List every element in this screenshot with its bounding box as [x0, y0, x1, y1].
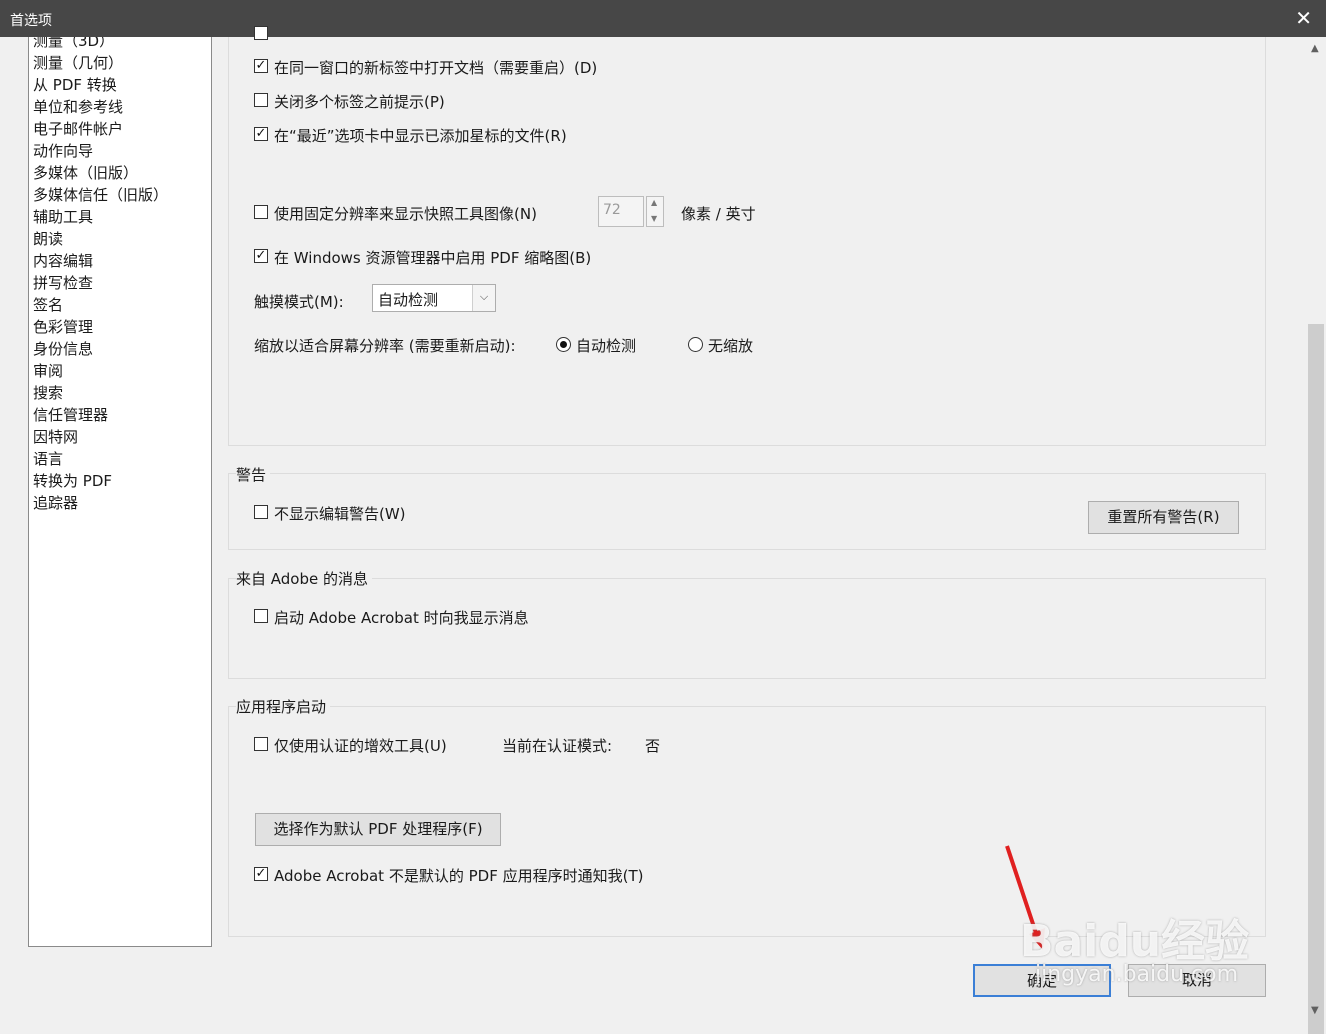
default-handler-button[interactable]: 选择作为默认 PDF 处理程序(F) — [255, 813, 501, 846]
sidebar-item[interactable]: 从 PDF 转换 — [33, 74, 117, 96]
watermark-url: jingyan.baidu.com — [1035, 962, 1239, 987]
cert-mode-value: 否 — [645, 737, 661, 755]
sidebar-item[interactable]: 拼写检查 — [33, 272, 93, 294]
sidebar-item[interactable]: 单位和参考线 — [33, 96, 123, 118]
spin-down-icon[interactable]: ▼ — [651, 214, 657, 223]
no-edit-warn-label: 不显示编辑警告(W) — [274, 505, 406, 523]
no-edit-warn-checkbox[interactable] — [254, 505, 268, 519]
notify-default-checkbox[interactable]: ✓ — [254, 867, 268, 881]
chevron-down-icon[interactable]: ⌵ — [472, 285, 495, 311]
sidebar-item[interactable]: 语言 — [33, 448, 63, 470]
newtab-checkbox[interactable]: ✓ — [254, 59, 268, 73]
sidebar-item[interactable]: 色彩管理 — [33, 316, 93, 338]
sidebar-item[interactable]: 因特网 — [33, 426, 78, 448]
fixed-res-checkbox[interactable] — [254, 205, 268, 219]
close-icon[interactable]: ✕ — [1295, 6, 1312, 30]
title-bar: 首选项 ✕ — [0, 0, 1326, 37]
resolution-spinner[interactable]: ▲ ▼ — [646, 196, 664, 227]
starred-label: 在“最近”选项卡中显示已添加星标的文件(R) — [274, 127, 567, 145]
sidebar-item[interactable]: 测量（几何） — [33, 52, 123, 74]
prompt-close-checkbox[interactable] — [254, 93, 268, 107]
show-messages-checkbox[interactable] — [254, 609, 268, 623]
sidebar-item[interactable]: 搜索 — [33, 382, 63, 404]
sidebar-item[interactable]: 多媒体（旧版） — [33, 162, 138, 184]
adobe-messages-legend: 来自 Adobe 的消息 — [236, 568, 372, 589]
hidden-checkbox[interactable] — [254, 26, 268, 40]
resolution-value: 72 — [603, 202, 621, 218]
resolution-unit: 像素 / 英寸 — [681, 205, 756, 223]
resolution-input[interactable]: 72 — [598, 196, 644, 227]
reset-warnings-button[interactable]: 重置所有警告(R) — [1088, 501, 1239, 534]
prompt-close-label: 关闭多个标签之前提示(P) — [274, 93, 445, 111]
window-title: 首选项 — [10, 13, 52, 29]
sidebar-item[interactable]: 动作向导 — [33, 140, 93, 162]
touch-mode-select[interactable]: 自动检测 ⌵ — [372, 284, 496, 312]
cert-mode-label: 当前在认证模式: — [502, 737, 613, 755]
starred-checkbox[interactable]: ✓ — [254, 127, 268, 141]
sidebar-item[interactable]: 审阅 — [33, 360, 63, 382]
touch-mode-label: 触摸模式(M): — [254, 293, 344, 311]
sidebar-item[interactable]: 签名 — [33, 294, 63, 316]
watermark-logo: Baidu经验 — [1020, 916, 1250, 967]
adobe-messages-group — [228, 578, 1266, 679]
touch-mode-value: 自动检测 — [378, 291, 439, 309]
sidebar-item[interactable]: 转换为 PDF — [33, 470, 112, 492]
vertical-scrollbar[interactable]: ▲ ▼ — [1306, 37, 1326, 1034]
warnings-legend: 警告 — [236, 464, 271, 485]
spin-up-icon[interactable]: ▲ — [651, 198, 657, 207]
scaling-auto-radio[interactable] — [556, 337, 571, 352]
notify-default-label: Adobe Acrobat 不是默认的 PDF 应用程序时通知我(T) — [274, 867, 644, 885]
sidebar-item[interactable]: 内容编辑 — [33, 250, 93, 272]
certified-label: 仅使用认证的增效工具(U) — [274, 737, 447, 755]
scrollbar-thumb[interactable] — [1308, 324, 1324, 1034]
sidebar-item[interactable]: 辅助工具 — [33, 206, 93, 228]
sidebar-item[interactable]: 电子邮件帐户 — [33, 118, 123, 140]
category-list[interactable]: 测量（3D） 测量（几何）从 PDF 转换 单位和参考线 电子邮件帐户 动作向导 多媒体（… — [28, 37, 212, 947]
scroll-up-icon[interactable]: ▲ — [1311, 43, 1319, 54]
certified-checkbox[interactable] — [254, 737, 268, 751]
newtab-label: 在同一窗口的新标签中打开文档（需要重启）(D) — [274, 59, 598, 77]
thumbnails-checkbox[interactable]: ✓ — [254, 249, 268, 263]
sidebar-item[interactable]: 多媒体信任（旧版） — [33, 184, 168, 206]
scaling-label: 缩放以适合屏幕分辨率 (需要重新启动): — [254, 337, 516, 355]
scaling-none-radio[interactable] — [688, 337, 703, 352]
sidebar-item[interactable]: 朗读 — [33, 228, 63, 250]
sidebar-item[interactable]: 测量（3D） — [33, 37, 114, 52]
show-messages-label: 启动 Adobe Acrobat 时向我显示消息 — [274, 609, 529, 627]
scaling-auto-label: 自动检测 — [576, 337, 637, 355]
sidebar-item[interactable]: 身份信息 — [33, 338, 93, 360]
thumbnails-label: 在 Windows 资源管理器中启用 PDF 缩略图(B) — [274, 249, 592, 267]
fixed-res-label: 使用固定分辨率来显示快照工具图像(N) — [274, 205, 537, 223]
startup-legend: 应用程序启动 — [236, 696, 331, 717]
scaling-none-label: 无缩放 — [708, 337, 754, 355]
scroll-down-icon[interactable]: ▼ — [1311, 1005, 1319, 1016]
sidebar-item[interactable]: 信任管理器 — [33, 404, 108, 426]
sidebar-item[interactable]: 追踪器 — [33, 492, 78, 514]
